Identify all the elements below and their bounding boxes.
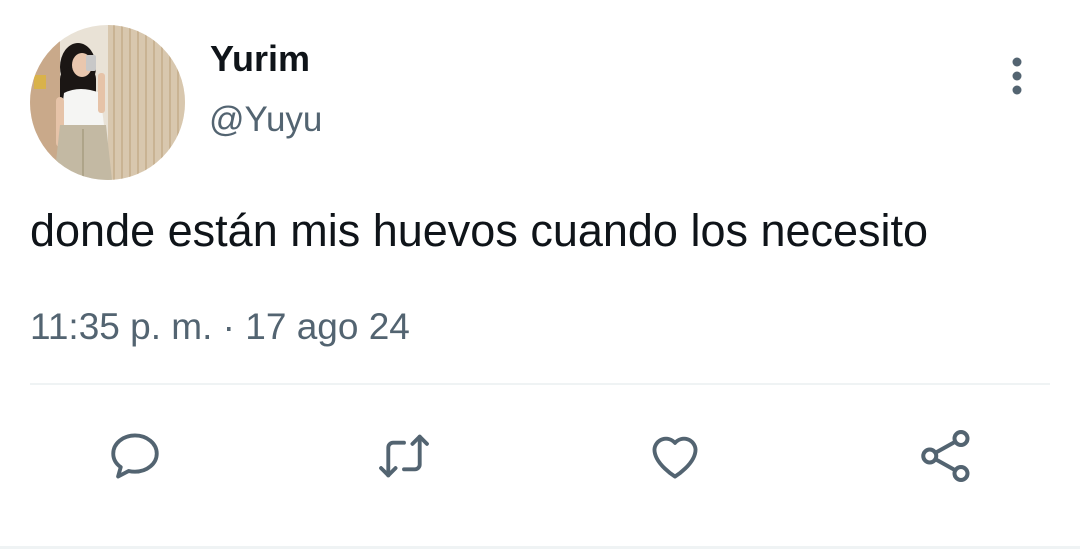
tweet-date[interactable]: 17 ago 24 [245, 306, 410, 347]
tweet-metadata: 11:35 p. m. · 17 ago 24 [30, 306, 410, 348]
avatar-image [30, 25, 185, 180]
retweet-button[interactable] [372, 424, 436, 488]
divider [30, 383, 1050, 385]
share-button[interactable] [914, 424, 978, 488]
share-icon [921, 430, 970, 482]
reply-icon [111, 433, 159, 479]
user-handle[interactable]: @Yuyu [209, 100, 322, 140]
retweet-icon [379, 434, 429, 478]
heart-icon [652, 436, 698, 479]
avatar[interactable] [30, 25, 185, 180]
tweet-time[interactable]: 11:35 p. m. [30, 306, 212, 347]
like-button[interactable] [643, 424, 707, 488]
display-name[interactable]: Yurim [210, 38, 310, 80]
more-options-icon[interactable] [996, 52, 1038, 100]
reply-button[interactable] [103, 424, 167, 488]
meta-separator: · [222, 306, 235, 347]
vertical-dots-icon [1012, 57, 1022, 95]
tweet-text: donde están mis huevos cuando los necesi… [30, 205, 929, 256]
